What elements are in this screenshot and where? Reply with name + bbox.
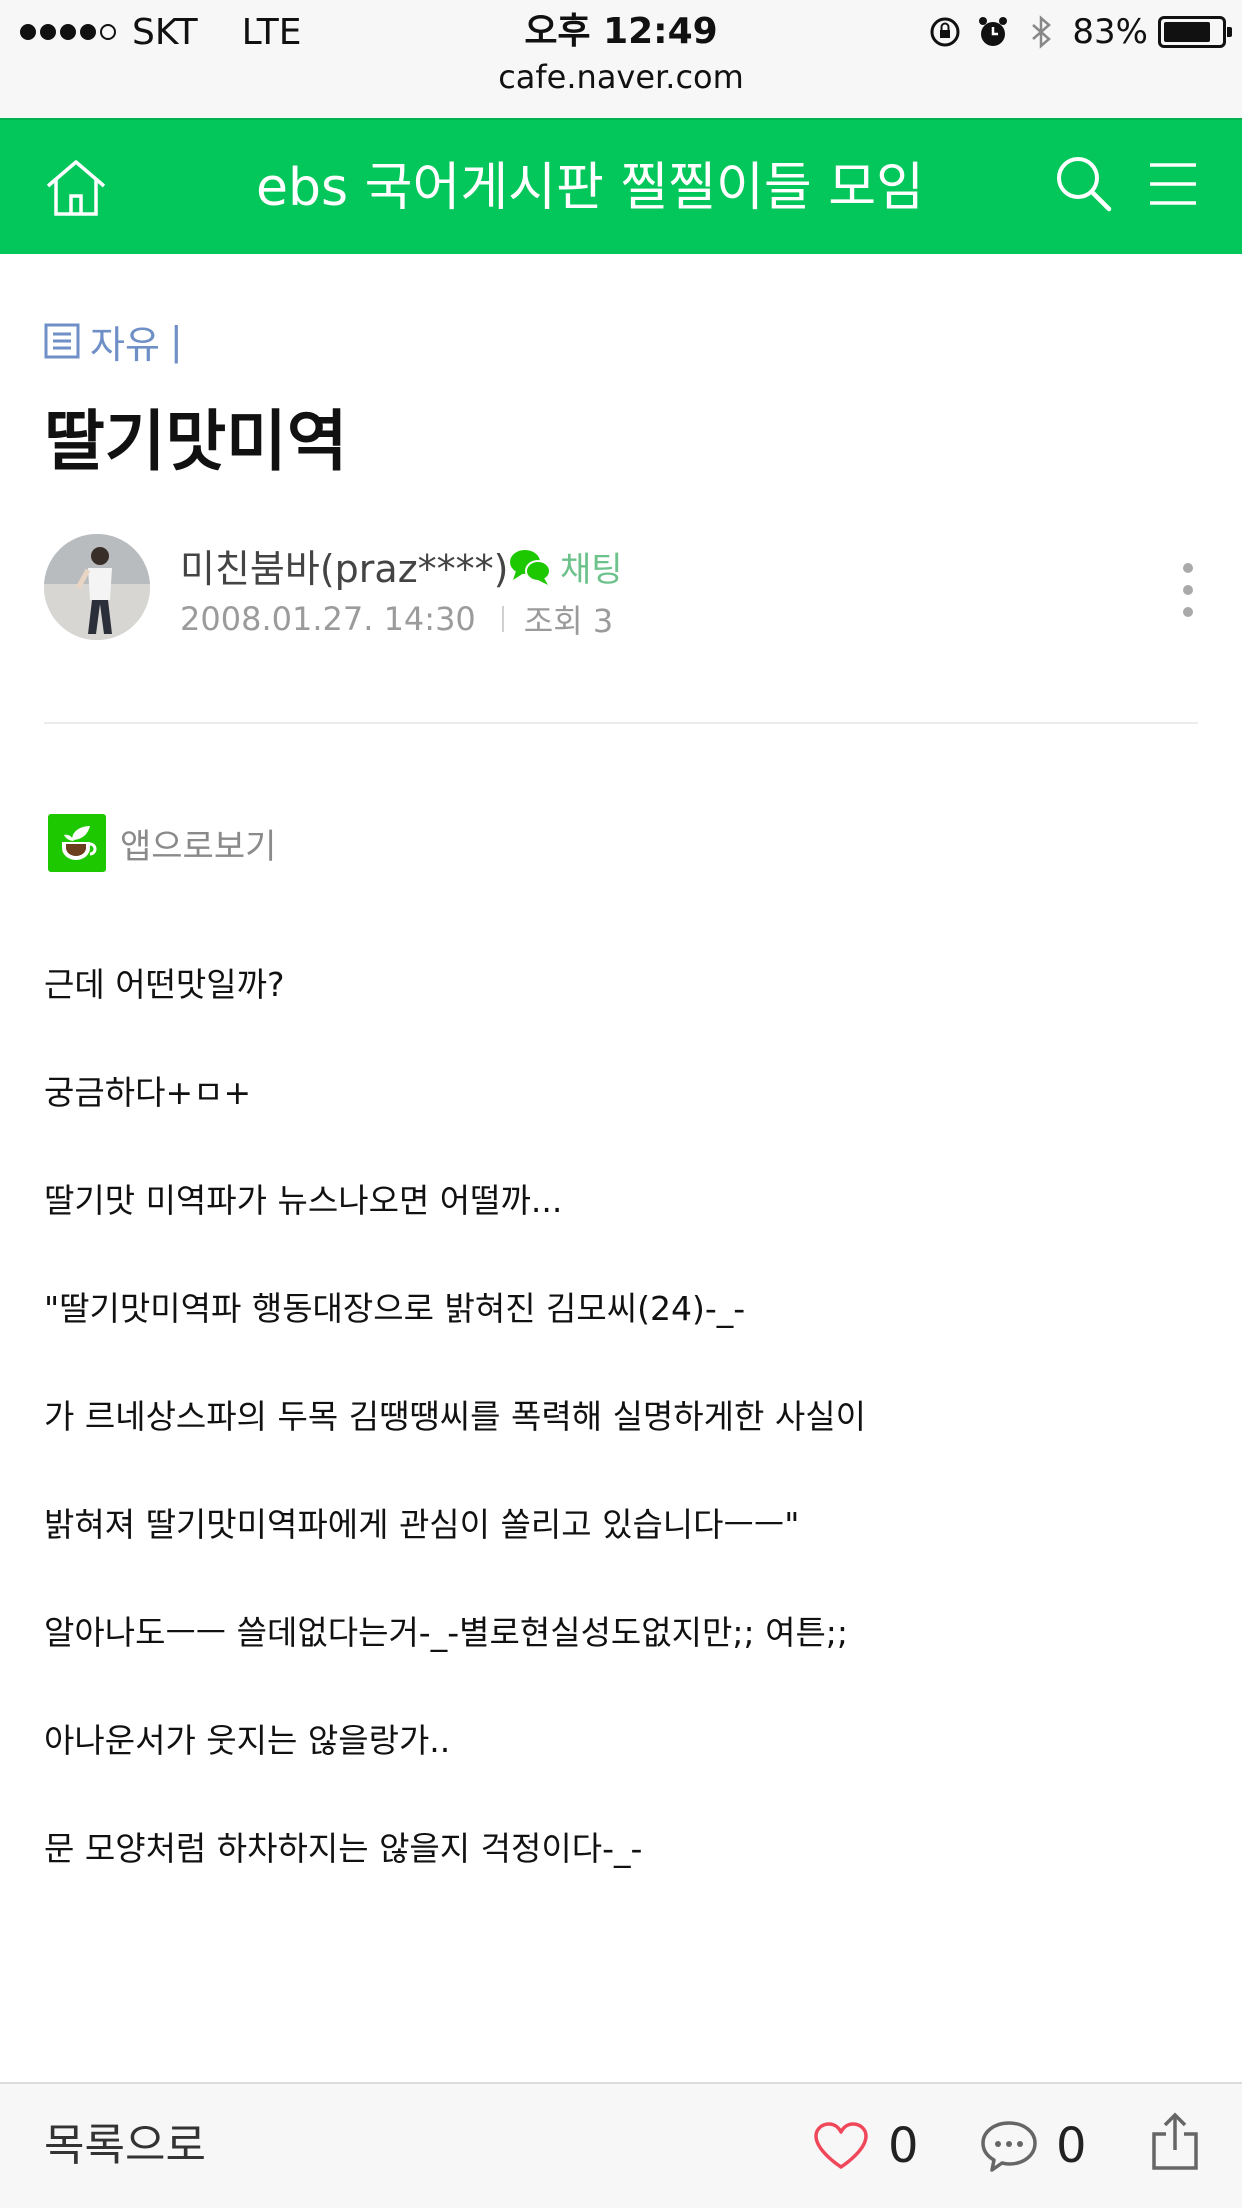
cafe-app-icon <box>48 814 106 872</box>
orientation-lock-icon <box>930 17 960 47</box>
status-right: 83% <box>928 10 1232 54</box>
home-icon[interactable] <box>44 156 108 220</box>
post-meta: 2008.01.27. 14:30 조회 3 <box>180 596 613 642</box>
post-date: 2008.01.27. 14:30 <box>180 600 476 638</box>
avatar[interactable] <box>44 534 150 640</box>
battery-icon <box>1158 16 1232 48</box>
post-body: 근데 어떤맛일까? 궁금하다+ㅁ+ 딸기맛 미역파가 뉴스나오면 어떨까... … <box>44 960 1198 1932</box>
more-options-icon[interactable] <box>1178 558 1198 622</box>
heart-icon <box>814 2122 868 2169</box>
body-paragraph: 궁금하다+ㅁ+ <box>44 1073 252 1112</box>
chat-button[interactable]: 채팅 <box>508 542 623 591</box>
status-bar: SKT LTE 오후 12:49 83% cafe.naver.com <box>0 0 1242 118</box>
share-icon[interactable] <box>1150 2112 1200 2172</box>
post-category[interactable]: 자유 | <box>44 318 183 367</box>
bottom-toolbar: 목록으로 0 0 <box>0 2082 1242 2208</box>
board-icon <box>44 323 80 359</box>
comment-count: 0 <box>1056 2118 1087 2174</box>
menu-icon[interactable] <box>1148 160 1198 208</box>
author-row: 미친붐바(praz****) 채팅 2008.01.27. 14:30 조회 3 <box>44 534 1198 644</box>
chat-label: 채팅 <box>560 550 623 590</box>
open-in-app-button[interactable]: 앱으로보기 <box>48 814 276 872</box>
bluetooth-icon <box>1032 15 1052 49</box>
body-paragraph: 아나운서가 웃지는 않을랑가.. <box>44 1721 451 1760</box>
view-count: 조회 3 <box>523 602 614 640</box>
battery-percent: 83% <box>1072 12 1148 52</box>
chat-icon <box>510 549 551 585</box>
back-to-list-button[interactable]: 목록으로 <box>44 2084 206 2208</box>
comment-button[interactable]: 0 <box>980 2116 1087 2176</box>
comment-icon <box>981 2121 1037 2172</box>
body-paragraph: 문 모양처럼 하차하지는 않을지 걱정이다-_- <box>44 1829 643 1868</box>
category-separator: | <box>169 319 183 363</box>
search-icon[interactable] <box>1054 154 1112 212</box>
cafe-title[interactable]: ebs 국어게시판 찔찔이들 모임 <box>140 120 1040 256</box>
body-paragraph: 알아나도ㅡㅡ 쓸데없다는거-_-별로현실성도없지만;; 여튼;; <box>44 1613 849 1652</box>
header-divider <box>44 722 1198 724</box>
body-paragraph: "딸기맛미역파 행동대장으로 밝혀진 김모씨(24)-_- <box>44 1289 746 1328</box>
body-paragraph: 밝혀져 딸기맛미역파에게 관심이 쏠리고 있습니다ㅡㅡ" <box>44 1505 800 1544</box>
like-count: 0 <box>888 2118 919 2174</box>
like-button[interactable]: 0 <box>812 2116 919 2176</box>
meta-divider <box>501 606 504 632</box>
author-name[interactable]: 미친붐바(praz****) <box>180 538 508 593</box>
avatar-photo <box>44 534 150 640</box>
body-paragraph: 가 르네상스파의 두목 김땡땡씨를 폭력해 실명하게한 사실이 <box>44 1397 866 1436</box>
category-label: 자유 <box>90 322 160 367</box>
cafe-header: ebs 국어게시판 찔찔이들 모임 <box>0 118 1242 254</box>
open-in-app-label: 앱으로보기 <box>120 826 277 867</box>
alarm-icon <box>979 17 1008 46</box>
body-paragraph: 근데 어떤맛일까? <box>44 965 285 1004</box>
post-title: 딸기맛미역 <box>44 403 348 480</box>
body-paragraph: 딸기맛 미역파가 뉴스나오면 어떨까... <box>44 1181 563 1220</box>
address-bar-url[interactable]: cafe.naver.com <box>0 58 1242 96</box>
